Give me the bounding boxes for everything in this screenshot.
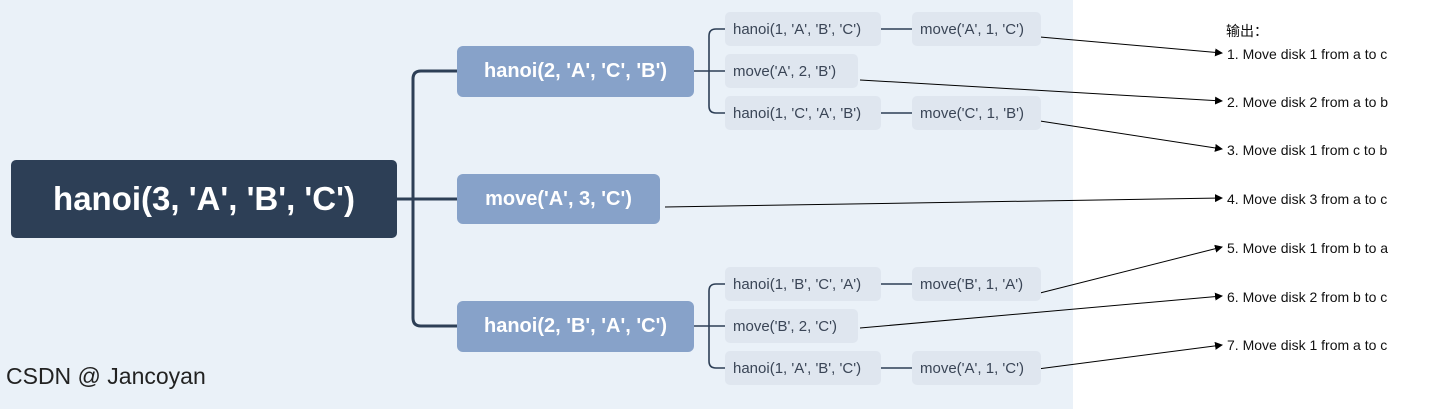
- leaf-label: hanoi(1, 'B', 'C', 'A'): [733, 275, 862, 293]
- output-line-4: 4. Move disk 3 from a to c: [1227, 191, 1388, 207]
- leaf-hanoi-1-b-c-a[interactable]: hanoi(1, 'B', 'C', 'A'): [725, 267, 881, 301]
- leaf-label: move('B', 2, 'C'): [733, 317, 837, 335]
- leaf-hanoi-1-a-b-c-lower[interactable]: hanoi(1, 'A', 'B', 'C'): [725, 351, 881, 385]
- leaf-label: hanoi(1, 'C', 'A', 'B'): [733, 104, 862, 122]
- watermark: CSDN @ Jancoyan: [6, 363, 206, 389]
- leaf-label: move('A', 2, 'B'): [733, 62, 837, 80]
- leaf-label: move('A', 1, 'C'): [920, 359, 1024, 377]
- leaf-label: move('A', 1, 'C'): [920, 20, 1024, 38]
- output-line-7: 7. Move disk 1 from a to c: [1227, 337, 1388, 353]
- arrow-7: [1029, 341, 1223, 371]
- output-line-5: 5. Move disk 1 from b to a: [1227, 240, 1389, 256]
- output-line-3: 3. Move disk 1 from c to b: [1227, 142, 1388, 158]
- leaf-move-b-2-c[interactable]: move('B', 2, 'C'): [725, 309, 858, 343]
- leaf-hanoi-1-a-b-c[interactable]: hanoi(1, 'A', 'B', 'C'): [725, 12, 881, 46]
- leaf-move-a-1-c[interactable]: move('A', 1, 'C'): [912, 12, 1041, 46]
- output-line-1: 1. Move disk 1 from a to c: [1227, 46, 1388, 62]
- arrow-5: [1039, 244, 1223, 294]
- root-label: hanoi(3, 'A', 'B', 'C'): [53, 180, 355, 217]
- arrow-1: [1039, 36, 1223, 57]
- mid-label: hanoi(2, 'B', 'A', 'C'): [484, 315, 667, 337]
- mid-node-hanoi-a-c-b[interactable]: hanoi(2, 'A', 'C', 'B'): [457, 46, 694, 97]
- leaf-label: move('C', 1, 'B'): [920, 104, 1024, 122]
- output-line-6: 6. Move disk 2 from b to c: [1227, 289, 1388, 305]
- leaf-hanoi-1-c-a-b[interactable]: hanoi(1, 'C', 'A', 'B'): [725, 96, 881, 130]
- mid-label: hanoi(2, 'A', 'C', 'B'): [484, 60, 667, 82]
- arrow-3: [1039, 120, 1223, 152]
- leaf-move-a-2-b[interactable]: move('A', 2, 'B'): [725, 54, 858, 88]
- leaf-move-a-1-c-lower[interactable]: move('A', 1, 'C'): [912, 351, 1041, 385]
- root-node[interactable]: hanoi(3, 'A', 'B', 'C'): [11, 160, 397, 238]
- leaf-label: move('B', 1, 'A'): [920, 275, 1024, 293]
- arrow-6: [859, 292, 1223, 329]
- arrow-4: [664, 194, 1223, 208]
- output-line-2: 2. Move disk 2 from a to b: [1227, 94, 1389, 110]
- leaf-move-b-1-a[interactable]: move('B', 1, 'A'): [912, 267, 1041, 301]
- leaf-label: hanoi(1, 'A', 'B', 'C'): [733, 20, 862, 38]
- output-title: 输出：: [1226, 24, 1268, 40]
- leaf-move-c-1-b[interactable]: move('C', 1, 'B'): [912, 96, 1041, 130]
- mid-node-hanoi-b-a-c[interactable]: hanoi(2, 'B', 'A', 'C'): [457, 301, 694, 352]
- tree-branches: [397, 69, 457, 328]
- mid-node-move-a-3-c[interactable]: move('A', 3, 'C'): [457, 174, 660, 224]
- leaf-label: hanoi(1, 'A', 'B', 'C'): [733, 359, 862, 377]
- mid-label: move('A', 3, 'C'): [485, 187, 632, 210]
